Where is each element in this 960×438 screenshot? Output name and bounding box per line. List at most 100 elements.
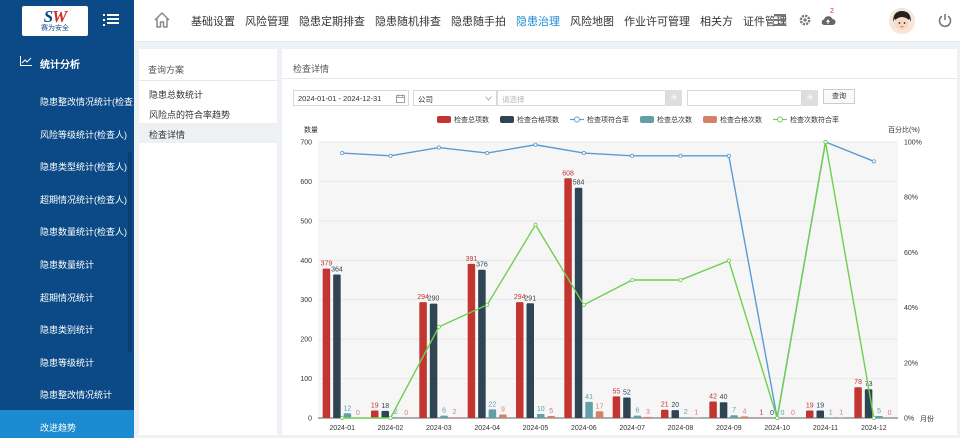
data-label: 12 <box>344 405 352 412</box>
secondary-selector-input[interactable] <box>687 90 802 106</box>
bar <box>644 416 652 418</box>
sidebar: 统计分析 隐患整改情况统计(检查... 风险等级统计(检查人) 隐患类型统计(检查人… <box>0 42 134 438</box>
bar <box>595 411 604 418</box>
line-point <box>726 258 731 263</box>
bar <box>516 302 524 418</box>
query-scheme-item[interactable]: 风险点的符合率趋势 <box>139 103 277 123</box>
sidebar-item-label: 超期情况统计 <box>40 292 95 303</box>
bar <box>816 410 824 418</box>
data-label: 6 <box>442 408 446 415</box>
nav-item[interactable]: 风险地图 <box>570 13 614 29</box>
x-tick-label: 2024-12 <box>861 425 887 432</box>
x-tick-label: 2024-07 <box>619 425 645 432</box>
bar <box>392 417 400 418</box>
bar <box>661 409 669 418</box>
y2-axis-title: 百分比(%) <box>888 125 920 134</box>
selector-input[interactable]: 请选择 <box>497 90 666 106</box>
nav-item[interactable]: 隐患定期排查 <box>299 13 365 29</box>
sidebar-item[interactable]: 隐患整改情况统计 <box>0 377 134 409</box>
nav-item[interactable]: 基础设置 <box>191 13 235 29</box>
sidebar-item[interactable]: 隐患等级统计 <box>0 345 134 377</box>
bar <box>322 268 331 418</box>
data-label: 22 <box>489 401 497 408</box>
x-tick-label: 2024-01 <box>329 425 355 432</box>
bar <box>478 269 486 418</box>
inspection-chart: 01002003004005006007000%20%40%60%80%100%… <box>300 115 934 432</box>
power-icon[interactable] <box>937 12 953 28</box>
legend-swatch-point <box>777 116 783 123</box>
add-secondary-button[interactable]: + <box>802 90 818 106</box>
home-icon[interactable] <box>152 10 172 30</box>
bar <box>450 417 459 418</box>
legend-swatch <box>500 116 514 123</box>
nav-item[interactable]: 作业许可管理 <box>624 13 690 29</box>
sidebar-item-label: 隐患整改情况统计(检查... <box>40 97 134 107</box>
sidebar-item[interactable]: 超期情况统计(检查人) <box>0 182 134 214</box>
sidebar-item[interactable]: 隐患整改情况统计(检查... <box>0 84 134 116</box>
bar <box>740 416 749 418</box>
data-label: 19 <box>816 403 824 410</box>
line-point <box>436 145 441 150</box>
data-label: 78 <box>854 379 862 386</box>
nav-item[interactable]: 风险管理 <box>245 13 289 29</box>
data-label: 19 <box>806 403 814 410</box>
data-label: 0 <box>356 410 360 417</box>
sidebar-item-label: 隐患等级统计 <box>40 357 95 368</box>
query-scheme-item-label: 隐患总数统计 <box>149 90 204 100</box>
y-tick-label: 0 <box>308 416 312 423</box>
bar <box>806 410 814 418</box>
data-label: 1 <box>694 410 698 417</box>
query-scheme-item[interactable]: 检查详情 <box>139 123 277 143</box>
data-label: 364 <box>331 266 343 273</box>
sidebar-item[interactable]: 风险等级统计(检查人) <box>0 117 134 149</box>
sidebar-section-statistics[interactable]: 统计分析 <box>0 42 134 82</box>
sidebar-item[interactable]: 隐患类别统计 <box>0 312 134 344</box>
sidebar-item[interactable]: 超期情况统计 <box>0 280 134 312</box>
bar <box>719 402 728 418</box>
nav-item[interactable]: 隐患随机排查 <box>375 13 441 29</box>
bar <box>682 417 690 418</box>
data-label: 608 <box>562 170 574 177</box>
main-nav: 基础设置 风险管理 隐患定期排查 隐患随机排查 隐患随手拍 隐患治理 风险地图 作业许可管理相… <box>191 0 797 42</box>
date-range-input[interactable]: 2024-01-01 - 2024-12-31 <box>293 90 409 106</box>
data-label: 7 <box>732 407 736 414</box>
user-avatar[interactable] <box>889 8 915 34</box>
bar <box>547 416 555 418</box>
line-point <box>485 151 490 156</box>
legend-label: 检查合格次数 <box>720 115 762 124</box>
bar <box>343 413 352 418</box>
query-button[interactable]: 查询 <box>823 89 855 104</box>
nav-item[interactable]: 隐患治理 <box>516 13 560 29</box>
sidebar-item-label: 改进趋势 <box>40 423 77 433</box>
nav-item[interactable]: 隐患随手拍 <box>451 13 506 29</box>
line-point <box>533 222 538 227</box>
more-menu-icon[interactable] <box>774 14 786 26</box>
data-label: 5 <box>549 408 553 415</box>
gear-icon[interactable] <box>798 13 812 27</box>
panel-title: 检查详情 <box>293 64 330 74</box>
selector-placeholder: 请选择 <box>502 95 525 104</box>
sidebar-item[interactable]: 隐患数量统计(检查人) <box>0 214 134 246</box>
sidebar-item[interactable]: 改进趋势 <box>0 410 134 438</box>
nav-item[interactable]: 相关方 <box>700 13 733 29</box>
data-label: 2 <box>684 409 688 416</box>
y-tick-label: 100 <box>300 376 312 383</box>
sidebar-item[interactable]: 隐患类型统计(检查人) <box>0 149 134 181</box>
line-point <box>871 415 876 420</box>
add-selection-button[interactable]: + <box>666 90 682 106</box>
sidebar-item[interactable]: 隐患数量统计 <box>0 247 134 279</box>
menu-toggle-icon[interactable] <box>103 12 119 28</box>
data-label: 376 <box>476 262 488 269</box>
company-select[interactable]: 公司 <box>413 90 497 106</box>
x-tick-label: 2024-10 <box>764 425 790 432</box>
data-label: 3 <box>646 409 650 416</box>
cloud-notification-icon[interactable]: 2 <box>820 8 836 27</box>
query-scheme-item[interactable]: 隐患总数统计 <box>139 83 277 103</box>
data-label: 0 <box>888 410 892 417</box>
data-label: 9 <box>501 406 505 413</box>
sidebar-scrollbar[interactable] <box>128 152 132 352</box>
data-label: 41 <box>585 394 593 401</box>
data-label: 0 <box>791 410 795 417</box>
line-point <box>581 151 586 156</box>
legend-swatch <box>703 116 717 123</box>
